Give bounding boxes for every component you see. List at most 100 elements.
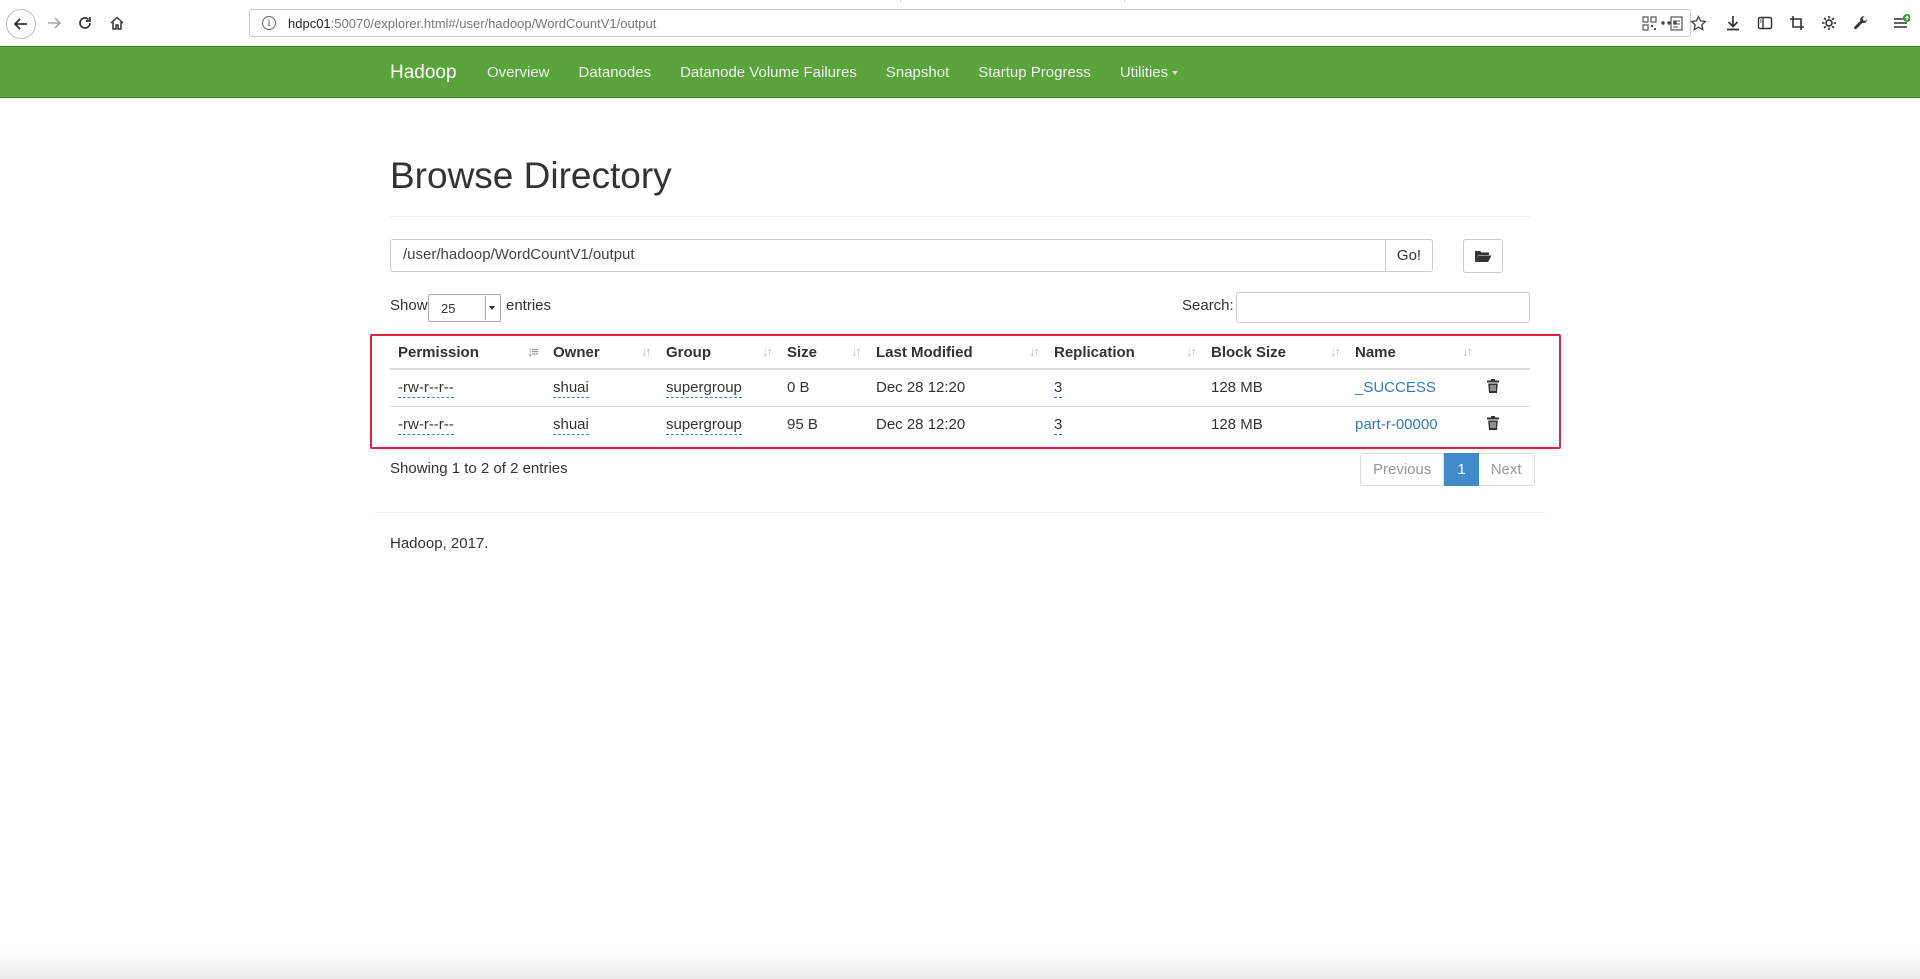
crop-icon (1790, 16, 1804, 30)
delete-button[interactable] (1487, 415, 1499, 430)
permission-editable[interactable]: -rw-r--r-- (398, 416, 454, 436)
hadoop-navbar: Hadoop Overview Datanodes Datanode Volum… (0, 46, 1920, 98)
cell-last-modified: Dec 28 12:20 (876, 379, 966, 397)
window-bottom-edge (0, 949, 1920, 979)
nav-item-datanode-volume-failures[interactable]: Datanode Volume Failures (680, 64, 857, 81)
reload-button[interactable] (71, 9, 99, 37)
extension-button[interactable] (1816, 10, 1842, 36)
caret-down-icon (1172, 71, 1179, 76)
page-actions-button[interactable] (1656, 10, 1682, 36)
page-button-current[interactable]: 1 (1444, 453, 1479, 486)
forward-button[interactable] (40, 9, 68, 37)
arrow-right-icon (48, 17, 62, 29)
wrench-icon (1854, 16, 1868, 30)
column-header-label: Size (787, 343, 818, 361)
cell-actions (1479, 405, 1530, 443)
next-page-button[interactable]: Next (1478, 453, 1535, 486)
cell-actions (1479, 369, 1530, 406)
tools-button[interactable] (1848, 10, 1874, 36)
nav-item-snapshot[interactable]: Snapshot (886, 64, 949, 81)
home-icon (110, 16, 124, 30)
sort-icon: ↓↑ (1186, 344, 1197, 359)
nav-item-utilities-dropdown[interactable]: Utilities (1119, 64, 1179, 81)
trash-icon (1487, 415, 1499, 430)
column-header-label: Name (1355, 343, 1396, 361)
cell-owner: shuai (545, 369, 658, 406)
entries-label: entries (506, 297, 552, 314)
table-info: Showing 1 to 2 of 2 entries (390, 460, 568, 477)
column-header-last-modified[interactable]: Last Modified ↓↑ (868, 336, 1046, 370)
sort-icon: ↓↑ (641, 344, 652, 359)
title-divider (390, 216, 1530, 217)
sort-icon: ↓↑ (762, 344, 773, 359)
folder-open-icon (1475, 251, 1492, 262)
table-row: -rw-r--r-- shuai supergroup 95 B Dec 28 … (390, 405, 1530, 443)
permission-editable[interactable]: -rw-r--r-- (398, 379, 454, 399)
replication-editable[interactable]: 3 (1054, 379, 1063, 399)
screenshot-button[interactable] (1784, 10, 1810, 36)
cell-last-modified: Dec 28 12:20 (868, 405, 1046, 443)
sort-icon: ↓↑ (1330, 344, 1341, 359)
cell-block-size: 128 MB (1203, 405, 1347, 443)
url-host: hdpc01 (288, 15, 331, 31)
column-header-label: Replication (1054, 343, 1135, 361)
cell-replication: 3 (1046, 369, 1203, 406)
sort-icon: ↓↑ (1462, 344, 1473, 359)
column-header-block-size[interactable]: Block Size ↓↑ (1203, 336, 1347, 370)
column-header-owner[interactable]: Owner ↓↑ (545, 336, 658, 370)
nav-item-overview[interactable]: Overview (487, 64, 550, 81)
qr-code-icon[interactable] (1642, 16, 1657, 31)
owner-editable[interactable]: shuai (553, 416, 589, 436)
cell-replication: 3 (1046, 405, 1203, 443)
star-icon (1689, 14, 1707, 31)
cell-owner: shuai (545, 405, 658, 443)
nav-item-datanodes[interactable]: Datanodes (579, 64, 652, 81)
create-directory-button[interactable] (1463, 239, 1503, 273)
back-button[interactable] (6, 9, 36, 39)
navbar-brand[interactable]: Hadoop (390, 62, 457, 84)
previous-page-button[interactable]: Previous (1360, 453, 1445, 486)
cell-size: 0 B (787, 379, 810, 397)
page-length-select[interactable]: 25 (428, 294, 501, 322)
column-header-replication[interactable]: Replication ↓↑ (1046, 336, 1203, 370)
sort-icon: ↓↑ (851, 344, 862, 359)
search-label: Search: (1182, 297, 1234, 314)
show-label: Show (390, 297, 428, 314)
cell-group: supergroup (658, 369, 779, 406)
group-editable[interactable]: supergroup (666, 379, 742, 399)
owner-editable[interactable]: shuai (553, 379, 589, 399)
column-header-size[interactable]: Size ↓↑ (779, 336, 868, 370)
search-input[interactable] (1236, 292, 1530, 323)
column-header-group[interactable]: Group ↓↑ (658, 336, 779, 370)
url-path: :50070/explorer.html#/user/hadoop/WordCo… (330, 15, 657, 31)
sidebar-button[interactable] (1752, 10, 1778, 36)
footer-text: Hadoop, 2017. (390, 535, 489, 552)
nav-item-utilities-label: Utilities (1119, 64, 1169, 81)
menu-button[interactable] (1888, 10, 1914, 36)
replication-editable[interactable]: 3 (1054, 416, 1063, 436)
bookmark-button[interactable] (1685, 10, 1711, 36)
nav-item-startup-progress[interactable]: Startup Progress (978, 64, 1091, 81)
home-button[interactable] (103, 9, 131, 37)
download-icon (1727, 16, 1739, 31)
file-link[interactable]: part-r-00000 (1355, 416, 1438, 433)
go-button[interactable]: Go! (1385, 239, 1433, 272)
column-header-label: Owner (553, 343, 600, 361)
downloads-button[interactable] (1720, 10, 1746, 36)
directory-input[interactable]: /user/hadoop/WordCountV1/output (390, 239, 1386, 272)
hamburger-menu-icon (1894, 14, 1910, 28)
address-bar[interactable]: i hdpc01:50070/explorer.html#/user/hadoo… (249, 9, 1691, 37)
cell-group: supergroup (658, 405, 779, 443)
column-header-label: Permission (398, 343, 479, 361)
info-icon[interactable]: i (262, 16, 276, 30)
url-text: hdpc01:50070/explorer.html#/user/hadoop/… (288, 16, 656, 31)
select-arrow-icon (485, 296, 497, 320)
column-header-name[interactable]: Name ↓↑ (1347, 336, 1479, 370)
group-editable[interactable]: supergroup (666, 416, 742, 436)
column-header-permission[interactable]: Permission ↓≡ (390, 336, 545, 370)
sort-ascending-icon: ↓≡ (526, 344, 539, 359)
column-header-label: Group (666, 343, 711, 361)
cell-permission: -rw-r--r-- (390, 369, 545, 406)
delete-button[interactable] (1487, 378, 1499, 393)
file-link[interactable]: _SUCCESS (1355, 379, 1436, 396)
